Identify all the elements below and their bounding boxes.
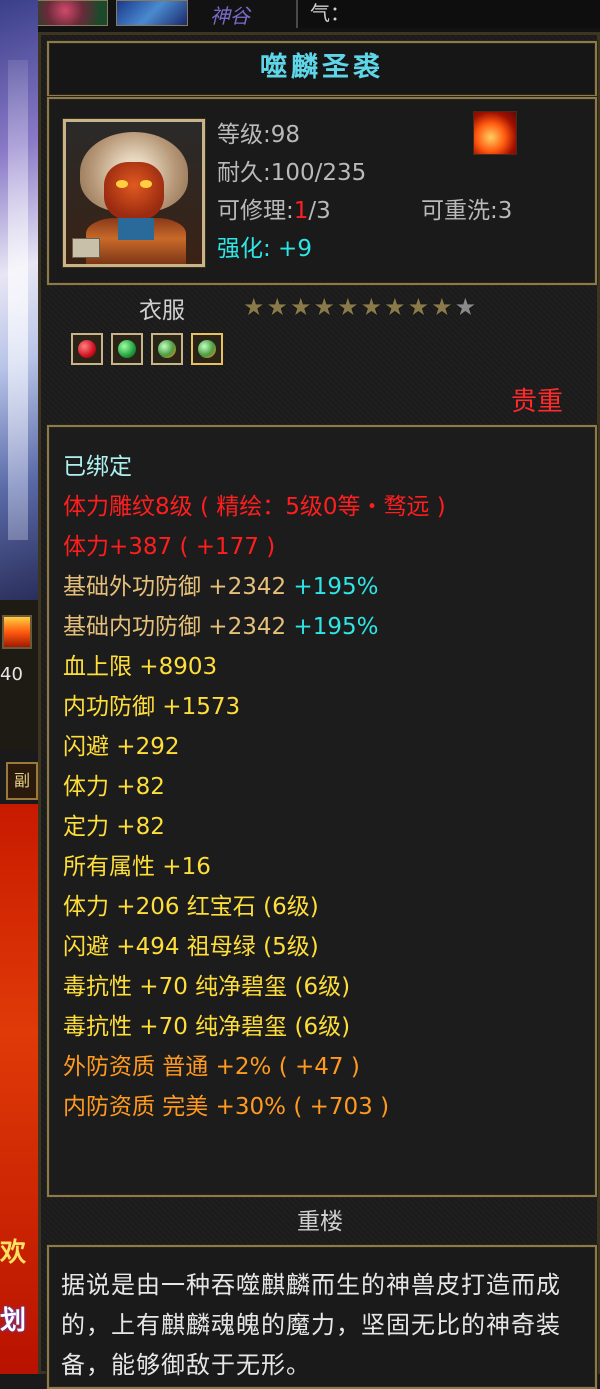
event-banner[interactable] — [0, 804, 38, 1374]
item-enhance: 强化: +9 — [217, 236, 312, 262]
repair-label: 可修理: — [217, 198, 294, 224]
attribute-text: 内功防御 +1573 — [63, 694, 241, 720]
title-box: 噬麟圣裘 — [47, 41, 597, 97]
qi-bar: 气： — [296, 0, 600, 28]
attribute-text: 基础外功防御 +2342 — [63, 574, 287, 600]
star-icon: ★ — [290, 293, 312, 321]
item-info-box: 等级:98 耐久:100/235 可修理:1/3 可重洗:3 强化: +9 — [47, 97, 597, 285]
item-description: 据说是由一种吞噬麒麟而生的神兽皮打造而成的，上有麒麟魂魄的魔力，坚固无比的神奇装… — [61, 1271, 561, 1379]
attribute-bonus-percent: +195% — [286, 574, 379, 600]
attribute-list: 已绑定体力雕纹8级 ( 精绘：5级0等・骛远 ) 体力+387 ( +177 ) 基… — [63, 447, 446, 1127]
item-name: 噬麟圣裘 — [260, 52, 384, 83]
star-rating: ★ ★ ★ ★ ★ ★ ★ ★ ★ ★ — [243, 293, 476, 321]
emerald-gem-icon — [111, 333, 143, 365]
attribute-line: 基础内功防御 +2342 +195% — [63, 607, 446, 647]
attribute-line: 毒抗性 +70 纯净碧玺 (6级) — [63, 967, 446, 1007]
attribute-line: 所有属性 +16 — [63, 847, 446, 887]
description-box: 据说是由一种吞噬麒麟而生的神兽皮打造而成的，上有麒麟魂魄的魔力，坚固无比的神奇装… — [47, 1245, 597, 1389]
item-repair: 可修理:1/3 — [217, 191, 331, 225]
weight-label: 重楼 — [297, 1209, 343, 1235]
bound-badge-icon — [72, 238, 100, 258]
attribute-box: 已绑定体力雕纹8级 ( 精绘：5级0等・骛远 ) 体力+387 ( +177 ) 基… — [47, 425, 597, 1197]
attribute-text: 体力雕纹8级 ( 精绘：5级0等・骛远 ) — [63, 494, 446, 520]
item-portrait — [63, 119, 205, 267]
gem-slots — [71, 333, 223, 365]
jade-gem-icon — [151, 333, 183, 365]
attribute-line: 体力+387 ( +177 ) — [63, 527, 446, 567]
slot-type: 衣服 — [139, 298, 185, 324]
attribute-text: 血上限 +8903 — [63, 654, 218, 680]
star-icon: ★ — [313, 293, 336, 321]
attribute-text: 体力 +206 红宝石 (6级) — [63, 894, 319, 920]
attribute-line: 外防资质 普通 +2% ( +47 ) — [63, 1047, 446, 1087]
attribute-line: 闪避 +292 — [63, 727, 446, 767]
attribute-text: 内防资质 完美 +30% ( +703 ) — [63, 1094, 390, 1120]
banner-text-2: 划 — [0, 1306, 27, 1336]
attribute-line: 内功防御 +1573 — [63, 687, 446, 727]
banner-text: 欢 — [0, 1238, 27, 1268]
durability-value: 100/235 — [270, 160, 367, 186]
attribute-text: 毒抗性 +70 纯净碧玺 (6级) — [63, 1014, 351, 1040]
fire-icon[interactable] — [2, 615, 32, 649]
attribute-line: 毒抗性 +70 纯净碧玺 (6级) — [63, 1007, 446, 1047]
attribute-text: 基础内功防御 +2342 — [63, 614, 287, 640]
item-level: 等级:98 — [217, 122, 301, 148]
top-bar: 神谷 气： — [0, 0, 600, 32]
attribute-text: 定力 +82 — [63, 814, 165, 840]
attribute-text: 闪避 +494 祖母绿 (5级) — [63, 934, 319, 960]
star-icon: ★ — [431, 293, 453, 321]
repair-current: 1 — [293, 198, 309, 224]
item-rewash: 可重洗:3 — [421, 198, 513, 224]
repair-total: /3 — [308, 198, 331, 224]
attribute-text: 体力+387 ( +177 ) — [63, 534, 276, 560]
star-empty-icon: ★ — [454, 293, 477, 321]
game-logo: 神谷 — [210, 4, 250, 28]
star-icon: ★ — [337, 293, 359, 321]
attribute-text: 闪避 +292 — [63, 734, 180, 760]
attribute-text: 外防资质 普通 +2% ( +47 ) — [63, 1054, 360, 1080]
attribute-line: 基础外功防御 +2342 +195% — [63, 567, 446, 607]
attribute-text: 已绑定 — [63, 454, 132, 480]
skill-orb-icon[interactable] — [36, 0, 108, 26]
jade-gem-icon — [191, 333, 223, 365]
attribute-line: 闪避 +494 祖母绿 (5级) — [63, 927, 446, 967]
slot-area: 衣服 ★ ★ ★ ★ ★ ★ ★ ★ ★ ★ 贵重 — [47, 289, 593, 417]
attribute-line: 血上限 +8903 — [63, 647, 446, 687]
star-icon: ★ — [360, 293, 383, 321]
character-art — [0, 0, 38, 600]
rarity-label: 贵重 — [510, 387, 563, 417]
attribute-line: 体力 +206 红宝石 (6级) — [63, 887, 446, 927]
item-durability: 耐久:100/235 — [217, 153, 366, 187]
skill-sword-icon[interactable] — [116, 0, 188, 26]
attribute-line: 体力雕纹8级 ( 精绘：5级0等・骛远 ) — [63, 487, 446, 527]
attribute-line: 内防资质 完美 +30% ( +703 ) — [63, 1087, 446, 1127]
counter-value: 40 — [0, 664, 23, 685]
fire-attribute-icon — [473, 111, 517, 155]
attribute-line: 已绑定 — [63, 447, 446, 487]
attribute-line: 定力 +82 — [63, 807, 446, 847]
item-tooltip: 噬麟圣裘 等级:98 耐久:100/235 可修理:1/3 可重洗:3 强化: … — [38, 32, 600, 1389]
star-icon: ★ — [266, 293, 289, 321]
durability-label: 耐久: — [217, 160, 271, 186]
ruby-gem-icon — [71, 333, 103, 365]
attribute-text: 所有属性 +16 — [63, 854, 211, 880]
left-game-backdrop: 40 副 欢 划 — [0, 0, 38, 1374]
star-icon: ★ — [384, 293, 406, 321]
attribute-bonus-percent: +195% — [286, 614, 379, 640]
attribute-text: 体力 +82 — [63, 774, 165, 800]
star-icon: ★ — [243, 293, 265, 321]
attribute-line: 体力 +82 — [63, 767, 446, 807]
star-icon: ★ — [407, 293, 430, 321]
attribute-text: 毒抗性 +70 纯净碧玺 (6级) — [63, 974, 351, 1000]
side-button[interactable]: 副 — [6, 762, 38, 800]
